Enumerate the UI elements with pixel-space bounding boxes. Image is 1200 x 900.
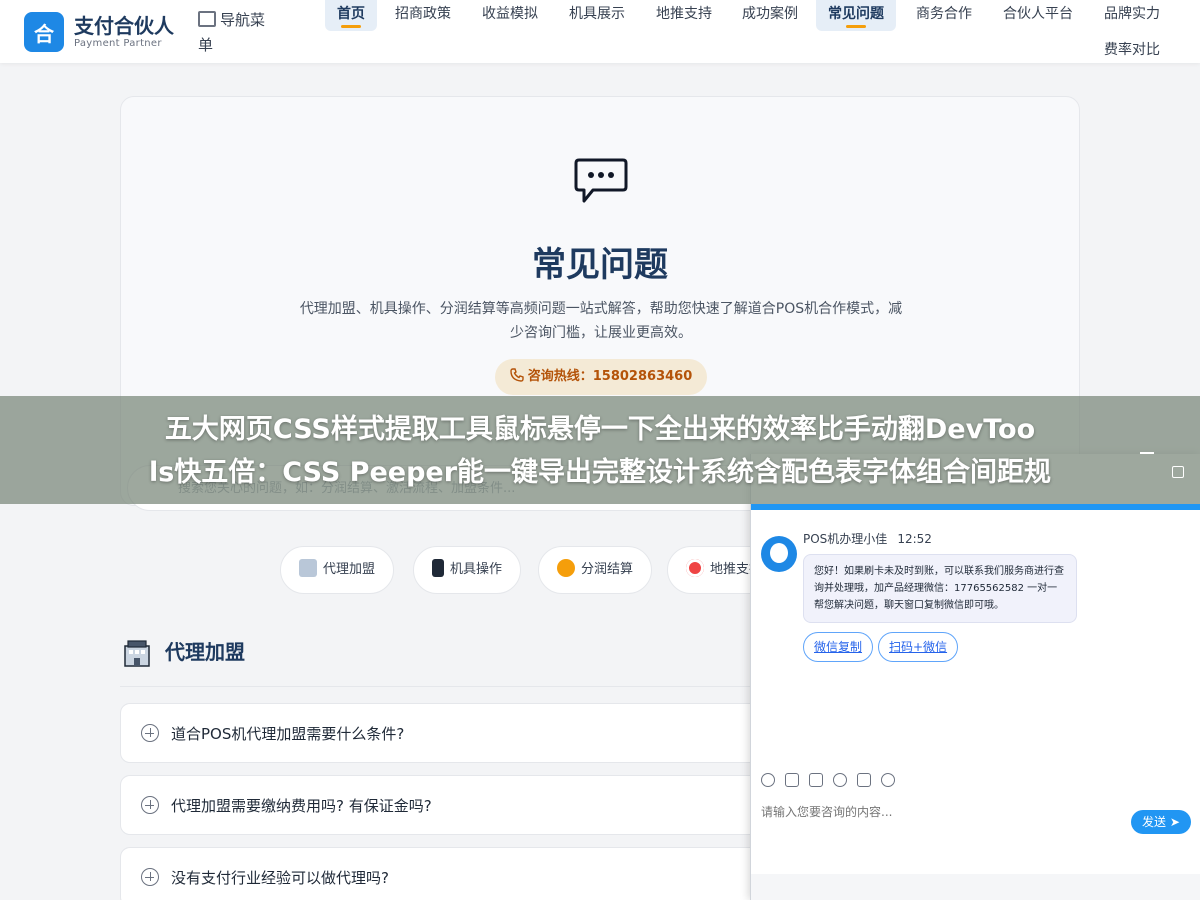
nav-item-simulation[interactable]: 收益模拟 [470, 0, 550, 31]
brand-subtitle: Payment Partner [74, 38, 162, 49]
chat-expand-icon[interactable] [1172, 466, 1184, 478]
agent-name: POS机办理小佳 [803, 532, 888, 546]
money-bag-icon [557, 559, 575, 577]
page-title: 常见问题 [532, 245, 668, 285]
section-title: 代理加盟 [165, 640, 245, 664]
agent-avatar [761, 536, 797, 572]
brand-name: 支付合伙人 [74, 14, 174, 38]
target-icon [686, 559, 704, 577]
agent-message: 您好！如果刷卡未及时到账，可以联系我们服务商进行查询并处理哦，加产品经理微信：1… [803, 554, 1077, 623]
watermark-banner: 五大网页CSS样式提取工具鼠标悬停一下全出来的效率比手动翻DevToo ls快五… [0, 396, 1200, 504]
send-label: 发送 [1142, 815, 1167, 829]
expand-plus-icon [141, 868, 159, 886]
chat-footer [751, 874, 1200, 900]
copy-wechat-button[interactable]: 微信复制 [803, 632, 874, 662]
category-pill-settlement[interactable]: 分润结算 [538, 546, 653, 594]
wechat-icon[interactable] [881, 772, 895, 787]
thumbs-up-icon[interactable] [857, 772, 871, 787]
chat-widget: POS机办理小佳 12:52 您好！如果刷卡未及时到账，可以联系我们服务商进行查询… [750, 454, 1200, 900]
nav-item-business[interactable]: 商务合作 [904, 0, 984, 31]
nav-item-rates[interactable]: 费率对比 [1092, 36, 1172, 67]
nav-item-partner-platform[interactable]: 合伙人平台 [991, 0, 1085, 31]
image-icon[interactable] [785, 772, 799, 787]
logo-badge: 合 [24, 12, 64, 52]
chat-header-stripe [751, 504, 1200, 510]
nav-item-field-support[interactable]: 地推支持 [644, 0, 724, 31]
chat-minimize-icon[interactable] [1140, 452, 1154, 454]
emoji-icon[interactable] [761, 772, 775, 787]
page-description: 代理加盟、机具操作、分润结算等高频问题一站式解答，帮助您快速了解道合POS机合作… [299, 301, 903, 341]
nav-item-devices[interactable]: 机具展示 [557, 0, 637, 31]
hotline-number: 15802863460 [592, 369, 693, 384]
banner-line-1: 五大网页CSS样式提取工具鼠标悬停一下全出来的效率比手动翻DevToo [164, 414, 1036, 445]
send-button[interactable]: 发送 ➤ [1131, 810, 1191, 834]
nav-item-faq[interactable]: 常见问题 [816, 0, 896, 31]
nav-item-cases[interactable]: 成功案例 [730, 0, 810, 31]
hotline-label: 咨询热线： [527, 369, 593, 384]
hotline-badge[interactable]: 咨询热线：15802863460 [495, 359, 707, 395]
faq-question: 道合POS机代理加盟需要什么条件? [171, 725, 405, 743]
phone-icon [510, 368, 524, 382]
expand-plus-icon [141, 796, 159, 814]
category-pill-agency[interactable]: 代理加盟 [280, 546, 395, 594]
message-time: 12:52 [897, 532, 932, 546]
faq-question: 代理加盟需要缴纳费用吗? 有保证金吗? [171, 797, 432, 815]
building-icon [124, 640, 150, 667]
category-label: 机具操作 [450, 562, 503, 577]
category-label: 分润结算 [581, 562, 634, 577]
agent-header: POS机办理小佳 12:52 [803, 530, 932, 547]
category-pill-device[interactable]: 机具操作 [413, 546, 522, 594]
banner-line-2: ls快五倍：CSS Peeper能一键导出完整设计系统含配色表字体组合间距规 [148, 457, 1052, 488]
building-icon [299, 559, 317, 577]
nav-item-policy[interactable]: 招商政策 [383, 0, 463, 31]
category-label: 代理加盟 [323, 562, 376, 577]
nav-menu-toggle[interactable]: 导航菜单 [198, 8, 278, 58]
chat-bubble-icon [574, 158, 628, 203]
scan-wechat-button[interactable]: 扫码+微信 [878, 632, 959, 662]
brand-logo[interactable]: 合 支付合伙人 Payment Partner [24, 12, 174, 52]
nav-item-home[interactable]: 首页 [325, 0, 377, 31]
chat-message-input[interactable] [761, 800, 1131, 824]
logo-text: 支付合伙人 Payment Partner [74, 14, 174, 50]
top-header: 合 支付合伙人 Payment Partner 导航菜单 首页 招商政策 收益模… [0, 0, 1200, 63]
clipboard-icon [198, 11, 216, 27]
chat-toolbar [761, 772, 905, 787]
rating-icon[interactable] [833, 772, 847, 787]
expand-plus-icon [141, 724, 159, 742]
faq-question: 没有支付行业经验可以做代理吗? [171, 869, 389, 887]
screenshot-icon[interactable] [809, 772, 823, 787]
nav-item-brand[interactable]: 品牌实力 [1092, 0, 1172, 31]
phone-icon [432, 559, 444, 577]
